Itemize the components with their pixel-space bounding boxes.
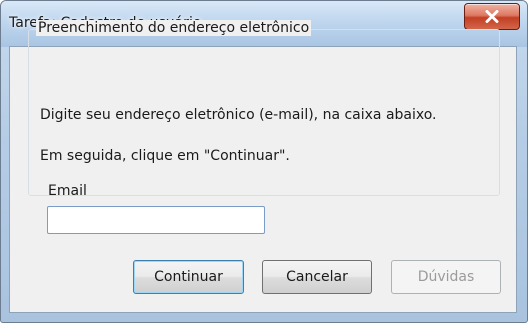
email-field[interactable] bbox=[47, 206, 265, 234]
email-label: Email bbox=[48, 183, 87, 199]
close-button[interactable] bbox=[464, 3, 520, 30]
instruction-text-continue: Em seguida, clique em "Continuar". bbox=[40, 148, 290, 164]
help-button[interactable]: Dúvidas bbox=[391, 260, 501, 294]
continue-button[interactable]: Continuar bbox=[133, 260, 244, 294]
groupbox-legend: Preenchimento do endereço eletrônico bbox=[36, 20, 312, 36]
instruction-text: Digite seu endereço eletrônico (e-mail),… bbox=[40, 107, 437, 123]
cancel-button[interactable]: Cancelar bbox=[262, 260, 372, 294]
close-icon bbox=[485, 10, 499, 23]
